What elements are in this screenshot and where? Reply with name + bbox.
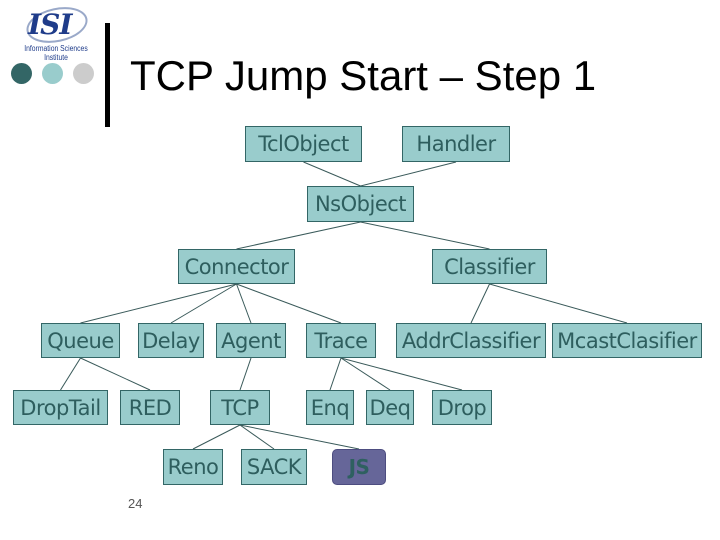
node-deq: Deq bbox=[366, 390, 414, 425]
page-number: 24 bbox=[128, 496, 143, 511]
edge-tcp-reno bbox=[192, 424, 241, 450]
node-tcp: TCP bbox=[210, 390, 270, 425]
edge-nsobject-connector bbox=[236, 221, 361, 250]
node-sack: SACK bbox=[241, 449, 307, 485]
edge-trace-enq bbox=[329, 357, 342, 391]
node-mcastclasifier: McastClasifier bbox=[552, 323, 702, 358]
node-queue: Queue bbox=[41, 323, 120, 358]
node-reno: Reno bbox=[163, 449, 223, 485]
edge-connector-delay bbox=[170, 283, 237, 324]
node-drop: Drop bbox=[432, 390, 492, 425]
node-trace: Trace bbox=[306, 323, 376, 358]
node-connector: Connector bbox=[178, 249, 295, 284]
edge-trace-drop bbox=[340, 357, 463, 391]
edge-connector-trace bbox=[236, 283, 342, 324]
edge-nsobject-classifier bbox=[360, 221, 490, 250]
edge-classifier-mcastclasifier bbox=[489, 283, 628, 324]
edge-trace-deq bbox=[340, 357, 391, 391]
node-tclobject: TclObject bbox=[245, 126, 362, 162]
edge-classifier-addrclassifier bbox=[470, 283, 490, 324]
node-classifier: Classifier bbox=[432, 249, 547, 284]
edge-agent-tcp bbox=[239, 357, 252, 391]
edge-queue-red bbox=[80, 357, 151, 391]
node-droptail: DropTail bbox=[13, 390, 108, 425]
node-agent: Agent bbox=[216, 323, 286, 358]
edge-handler-nsobject bbox=[360, 161, 457, 187]
node-nsobject: NsObject bbox=[307, 186, 414, 222]
node-addrclassifier: AddrClassifier bbox=[396, 323, 546, 358]
node-handler: Handler bbox=[402, 126, 510, 162]
node-enq: Enq bbox=[306, 390, 354, 425]
edge-connector-queue bbox=[80, 283, 237, 324]
node-red: RED bbox=[120, 390, 180, 425]
edge-queue-droptail bbox=[60, 357, 81, 391]
edge-connector-agent bbox=[236, 283, 252, 324]
edge-tclobject-nsobject bbox=[303, 161, 361, 187]
node-delay: Delay bbox=[138, 323, 204, 358]
node-js: JS bbox=[332, 449, 386, 485]
